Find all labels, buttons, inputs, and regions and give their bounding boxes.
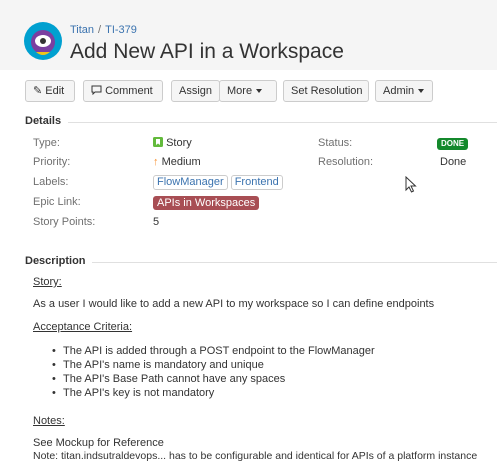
more-button-label: More xyxy=(227,85,253,97)
priority-label: Priority: xyxy=(33,156,71,168)
arrow-up-icon: ↑ xyxy=(153,156,159,168)
comment-icon xyxy=(91,85,105,97)
resolution-label: Resolution: xyxy=(318,156,374,168)
story-points-label: Story Points: xyxy=(33,216,96,228)
breadcrumb-separator: / xyxy=(98,24,102,36)
type-value: Story xyxy=(153,137,192,149)
chevron-down-icon xyxy=(256,89,263,94)
admin-button[interactable]: Admin xyxy=(375,80,433,102)
type-value-text: Story xyxy=(166,137,192,149)
list-item: The API's key is not mandatory xyxy=(52,386,375,400)
comment-button-label: Comment xyxy=(105,85,153,97)
priority-value: ↑ Medium xyxy=(153,156,201,168)
story-points-value: 5 xyxy=(153,216,160,228)
breadcrumb-project-link[interactable]: Titan xyxy=(70,24,94,36)
edit-button-label: Edit xyxy=(45,85,65,97)
priority-value-text: Medium xyxy=(161,156,201,168)
story-icon xyxy=(153,137,163,147)
admin-button-label: Admin xyxy=(383,85,415,97)
story-text: As a user I would like to add a new API … xyxy=(33,298,435,310)
labels-list: FlowManager Frontend xyxy=(153,175,283,190)
acceptance-criteria-heading: Acceptance Criteria: xyxy=(33,321,133,333)
description-heading: Description xyxy=(25,255,86,267)
type-label: Type: xyxy=(33,137,60,149)
status-badge: DONE xyxy=(437,138,469,150)
epic-link-lozenge[interactable]: APIs in Workspaces xyxy=(153,196,260,210)
details-heading: Details xyxy=(25,115,62,127)
status-label: Status: xyxy=(318,137,353,149)
notes-heading: Notes: xyxy=(33,415,65,427)
breadcrumb-issue-link[interactable]: TI-379 xyxy=(105,24,137,36)
acceptance-criteria-list: The API is added through a POST endpoint… xyxy=(52,344,375,400)
assign-button[interactable]: Assign xyxy=(171,80,220,102)
edit-button[interactable]: ✎ Edit xyxy=(25,80,75,102)
list-item: The API's Base Path cannot have any spac… xyxy=(52,372,375,386)
label-tag[interactable]: Frontend xyxy=(230,175,283,190)
chevron-down-icon xyxy=(418,89,425,94)
resolution-value: Done xyxy=(440,156,467,168)
list-item: The API's name is mandatory and unique xyxy=(52,358,375,372)
details-divider xyxy=(68,122,497,123)
assign-button-label: Assign xyxy=(179,85,213,97)
epic-link-label: Epic Link: xyxy=(33,196,81,208)
mouse-cursor-icon xyxy=(405,176,417,193)
notes-line-1: See Mockup for Reference xyxy=(33,437,164,449)
set-resolution-label: Set Resolution xyxy=(291,85,363,97)
label-tag[interactable]: FlowManager xyxy=(153,175,228,190)
issue-title: Add New API in a Workspace xyxy=(70,40,344,63)
labels-label: Labels: xyxy=(33,176,69,188)
description-divider xyxy=(92,262,497,263)
more-button[interactable]: More xyxy=(219,80,277,102)
comment-button[interactable]: Comment xyxy=(83,80,163,102)
project-avatar-icon[interactable] xyxy=(24,22,62,60)
list-item: The API is added through a POST endpoint… xyxy=(52,344,375,358)
notes-line-2: Note: titan.indsutraldevops... has to be… xyxy=(33,450,478,462)
issue-header: Titan / TI-379 Add New API in a Workspace xyxy=(0,0,497,70)
pencil-icon: ✎ xyxy=(33,85,43,97)
set-resolution-button[interactable]: Set Resolution xyxy=(283,80,369,102)
breadcrumb: Titan / TI-379 xyxy=(70,24,137,36)
story-heading: Story: xyxy=(33,276,62,288)
